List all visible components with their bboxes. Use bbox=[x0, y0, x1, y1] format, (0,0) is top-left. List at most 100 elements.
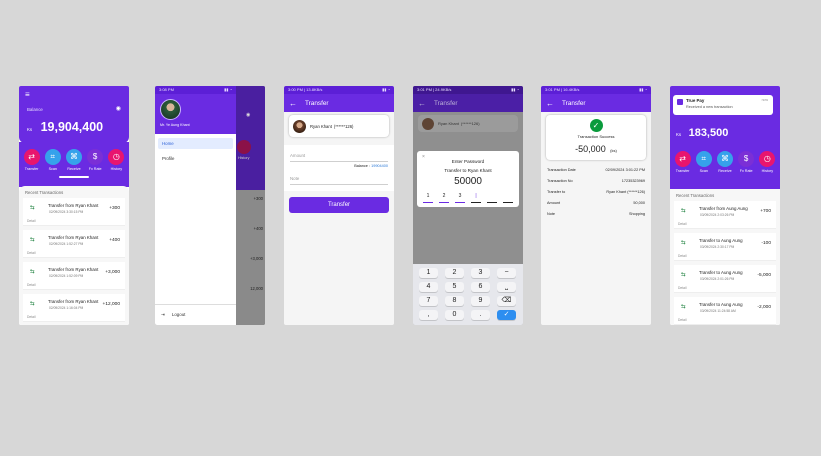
back-arrow-icon[interactable]: ← bbox=[289, 99, 297, 108]
drawer-screen: ◉ History +300 +400 +3,000 12,000 3:08 PM ▮▮… bbox=[155, 86, 265, 325]
action-row: ⇄ Transfer ⌗ Scan ⌘ Receive $ Fx Rate ◷ History bbox=[670, 151, 780, 173]
detail-row: Transaction Date 02/09/2024 3:01:22 PM bbox=[541, 164, 651, 175]
action-scan[interactable]: ⌗ Scan bbox=[695, 151, 713, 173]
transfer-arrows-icon: ⇆ bbox=[681, 272, 686, 278]
drawer-item-profile[interactable]: Profile bbox=[158, 153, 233, 164]
detail-link[interactable]: Detail bbox=[678, 254, 686, 258]
detail-label: Transfer to bbox=[547, 189, 566, 194]
pin-row[interactable]: 1 2 3 | bbox=[423, 193, 513, 203]
password-dialog: × Enter Password Transfer to Ryan Khant … bbox=[417, 151, 519, 207]
key-12[interactable]: , bbox=[419, 310, 438, 320]
key-0[interactable]: 1 bbox=[419, 268, 438, 278]
detail-link[interactable]: Detail bbox=[27, 283, 35, 287]
key-5[interactable]: 5 bbox=[445, 282, 464, 292]
key-14[interactable]: . bbox=[471, 310, 490, 320]
eye-icon[interactable]: ◉ bbox=[116, 105, 121, 112]
app-bar: ← Transfer bbox=[541, 94, 651, 112]
transaction-row[interactable]: ⇆ Transfer from Ryan Khant 02/09/2024 3:30… bbox=[23, 198, 125, 226]
action-label: Receive bbox=[718, 169, 732, 173]
detail-link[interactable]: Detail bbox=[27, 315, 35, 319]
transaction-row[interactable]: ⇆ Transfer from Ryan Khant 02/09/2024 1:16… bbox=[23, 294, 125, 322]
action-fx-rate[interactable]: $ Fx Rate bbox=[737, 151, 755, 173]
notif-time: now bbox=[761, 98, 768, 102]
key-4[interactable]: 4 bbox=[419, 282, 438, 292]
status-bar: 3:01 PM | 24.9KB/s ▮▮ ◔ bbox=[413, 86, 523, 94]
key-9[interactable]: 8 bbox=[445, 296, 464, 306]
action-transfer[interactable]: ⇄ Transfer bbox=[674, 151, 692, 173]
detail-link[interactable]: Detail bbox=[678, 286, 686, 290]
key-6[interactable]: 6 bbox=[471, 282, 490, 292]
balance-row: Ks 19,904,400 bbox=[27, 118, 103, 136]
key-8[interactable]: 7 bbox=[419, 296, 438, 306]
key-2[interactable]: 3 bbox=[471, 268, 490, 278]
note-field[interactable]: Note bbox=[290, 172, 388, 185]
transfer-button[interactable]: Transfer bbox=[289, 197, 389, 213]
recipient-card: Ryan Khant (******126) bbox=[418, 115, 518, 132]
detail-link[interactable]: Detail bbox=[27, 219, 35, 223]
success-card: ✓ Transaction Success -50,000 (ks) bbox=[546, 115, 646, 160]
action-receive[interactable]: ⌘ Receive bbox=[65, 149, 83, 171]
success-currency: (ks) bbox=[610, 148, 617, 153]
transaction-title: Transfer from Aung Aung bbox=[699, 206, 748, 211]
transfer-icon: ⇄ bbox=[674, 151, 691, 167]
page-title: Transfer bbox=[305, 99, 329, 107]
recipient-phone: (******126) bbox=[460, 121, 480, 126]
detail-value: Ryan Khant (******126) bbox=[606, 189, 645, 194]
transaction-row[interactable]: ⇆ Transfer to Aung Aung 03/09/2024 2:01:26… bbox=[674, 265, 776, 293]
amount-field[interactable]: Amount bbox=[290, 149, 388, 162]
transaction-row[interactable]: ⇆ Transfer to Aung Aung 03/09/2024 11:24:5… bbox=[674, 297, 776, 325]
action-transfer[interactable]: ⇄ Transfer bbox=[23, 149, 41, 171]
key-13[interactable]: 0 bbox=[445, 310, 464, 320]
logout-button[interactable]: ⇥ Logout bbox=[161, 312, 185, 318]
transaction-row[interactable]: ⇆ Transfer to Aung Aung 03/09/2024 2:30:17… bbox=[674, 233, 776, 261]
dialog-amount: 50000 bbox=[454, 176, 482, 187]
transfer-form: Amount Balance : 19904400 Note bbox=[284, 145, 394, 191]
action-history[interactable]: ◷ History bbox=[107, 149, 125, 171]
balance-row: Ks 183,500 bbox=[676, 123, 728, 141]
transaction-list: ⇆ Transfer from Aung Aung 03/09/2024 2:03:… bbox=[670, 201, 780, 325]
check-circle-icon: ✓ bbox=[589, 119, 603, 132]
dialog-subtitle: Transfer to Ryan Khant bbox=[444, 168, 492, 173]
key-10[interactable]: 9 bbox=[471, 296, 490, 306]
transaction-amount: +300 bbox=[109, 206, 120, 211]
action-scan[interactable]: ⌗ Scan bbox=[44, 149, 62, 171]
transaction-row[interactable]: ⇆ Transfer from Ryan Khant 02/09/2024 1:52… bbox=[23, 262, 125, 290]
transfer-arrows-icon: ⇆ bbox=[30, 205, 35, 211]
action-fx-rate[interactable]: $ Fx Rate bbox=[86, 149, 104, 171]
transaction-amount: -100 bbox=[761, 241, 771, 246]
action-label: Fx Rate bbox=[88, 167, 102, 171]
back-arrow-icon[interactable]: ← bbox=[546, 99, 554, 108]
action-receive[interactable]: ⌘ Receive bbox=[716, 151, 734, 173]
key-11[interactable]: ⌫ bbox=[497, 296, 516, 306]
confirm-key[interactable]: ✓ bbox=[497, 310, 516, 320]
key-1[interactable]: 2 bbox=[445, 268, 464, 278]
back-arrow-icon[interactable]: ← bbox=[418, 99, 426, 108]
dollar-icon: $ bbox=[87, 149, 104, 165]
drawer-divider bbox=[155, 304, 236, 305]
drawer-item-home[interactable]: Home bbox=[158, 138, 233, 149]
detail-link[interactable]: Detail bbox=[678, 222, 686, 226]
drawer-backdrop[interactable]: ◉ History +300 +400 +3,000 12,000 bbox=[235, 86, 265, 325]
transfer-arrows-icon: ⇆ bbox=[681, 240, 686, 246]
notif-header: True Pay now Received a new transaction … bbox=[670, 86, 780, 144]
scan-icon: ⌗ bbox=[44, 149, 61, 165]
transaction-row[interactable]: ⇆ Transfer from Aung Aung 03/09/2024 2:03:… bbox=[674, 201, 776, 229]
notification-card[interactable]: True Pay now Received a new transaction bbox=[673, 95, 773, 115]
key-7[interactable]: ⎵ bbox=[497, 282, 516, 292]
transaction-title: Transfer from Ryan Khant bbox=[48, 267, 99, 272]
transaction-title: Transfer to Aung Aung bbox=[699, 302, 743, 307]
backdrop-amounts: +300 +400 +3,000 12,000 bbox=[235, 196, 265, 316]
action-history[interactable]: ◷ History bbox=[758, 151, 776, 173]
transaction-title: Transfer from Ryan Khant bbox=[48, 235, 99, 240]
transaction-title: Transfer to Aung Aung bbox=[699, 238, 743, 243]
menu-icon[interactable]: ≡ bbox=[25, 90, 30, 99]
transfer-arrows-icon: ⇆ bbox=[681, 208, 686, 214]
balance-label: Balance : bbox=[354, 164, 371, 168]
detail-link[interactable]: Detail bbox=[678, 318, 686, 322]
transaction-list: ⇆ Transfer from Ryan Khant 02/09/2024 3:30… bbox=[19, 198, 129, 322]
key-3[interactable]: − bbox=[497, 268, 516, 278]
detail-link[interactable]: Detail bbox=[27, 251, 35, 255]
transaction-row[interactable]: ⇆ Transfer from Ryan Khant 02/09/2024 1:52… bbox=[23, 230, 125, 258]
clock-icon: ◷ bbox=[759, 151, 776, 167]
recent-title: Recent Transactions bbox=[676, 193, 715, 198]
